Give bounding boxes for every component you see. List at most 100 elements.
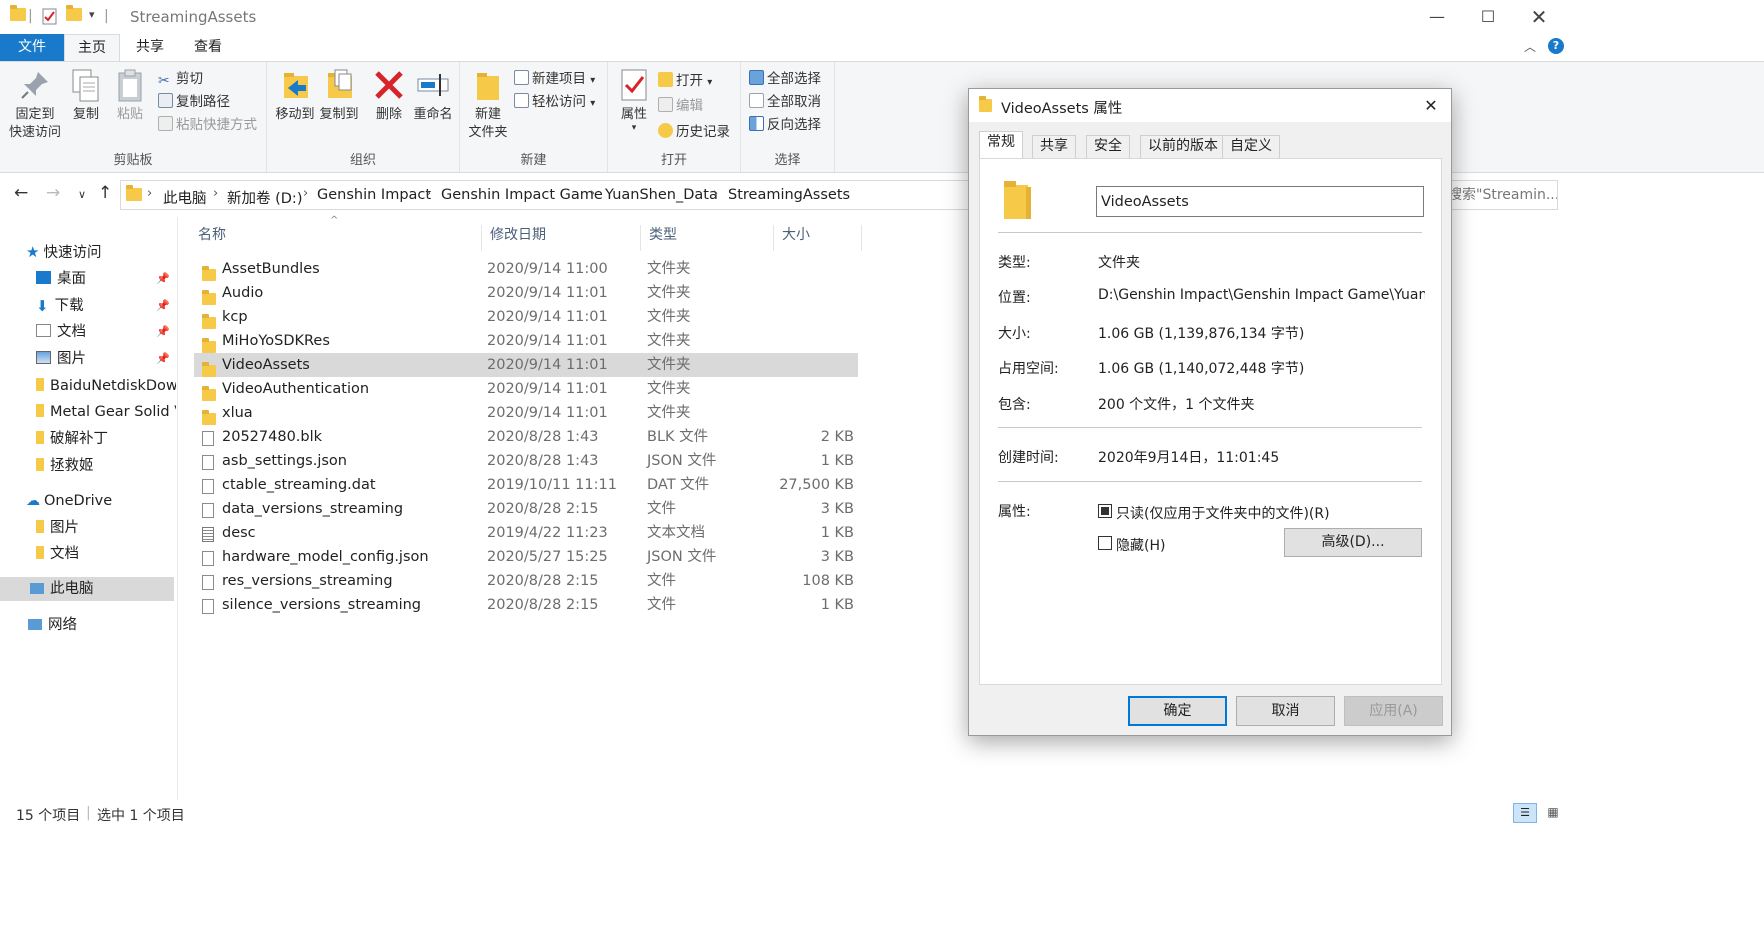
breadcrumb-drive-d[interactable]: 新加卷 (D:) <box>227 187 302 208</box>
nav-onedrive-documents[interactable]: 文档 <box>36 542 176 566</box>
chevron-right-icon[interactable]: › <box>426 186 431 201</box>
breadcrumb-yuanshen-data[interactable]: YuanShen_Data <box>605 187 718 203</box>
breadcrumb-genshin-impact[interactable]: Genshin Impact <box>317 187 431 203</box>
apply-button[interactable]: 应用(A) <box>1344 696 1443 726</box>
nav-item-crack-patch[interactable]: 破解补丁 <box>36 427 176 451</box>
easy-access-button[interactable]: 轻松访问 ▾ <box>514 91 595 113</box>
nav-quick-access[interactable]: ★ 快速访问 <box>26 240 176 264</box>
new-item-button[interactable]: 新建项目 ▾ <box>514 68 595 90</box>
hidden-checkbox[interactable] <box>1098 536 1112 550</box>
breadcrumb-this-pc[interactable]: 此电脑 <box>163 187 207 208</box>
paste-button[interactable]: 粘贴 <box>110 68 150 124</box>
tab-file[interactable]: 文件 <box>0 34 64 61</box>
chevron-right-icon[interactable]: › <box>213 186 218 201</box>
file-row[interactable]: VideoAuthentication 2020/9/14 11:01 文件夹 <box>194 377 858 401</box>
tab-share[interactable]: 共享 <box>122 34 178 61</box>
history-button[interactable]: 历史记录 <box>658 121 730 143</box>
nav-item-metal-gear[interactable]: Metal Gear Solid V <box>36 400 176 424</box>
file-row[interactable]: 20527480.blk 2020/8/28 1:43 BLK 文件 2 KB <box>194 425 858 449</box>
large-icons-view-icon[interactable]: ▦ <box>1542 803 1564 823</box>
properties-check-icon[interactable] <box>42 8 58 26</box>
customize-dropdown-icon[interactable]: ▾ <box>89 8 95 26</box>
dialog-tab-previous-versions[interactable]: 以前的版本 <box>1140 135 1226 158</box>
dialog-tab-customize[interactable]: 自定义 <box>1222 135 1280 158</box>
pin-icon[interactable]: 📌 <box>156 267 170 291</box>
chevron-right-icon[interactable]: › <box>303 186 308 201</box>
search-input[interactable]: 搜索"Streamin... <box>1444 180 1558 210</box>
open-button[interactable]: 打开 ▾ <box>658 70 712 92</box>
file-row[interactable]: kcp 2020/9/14 11:01 文件夹 <box>194 305 858 329</box>
chevron-right-icon[interactable]: › <box>590 186 595 201</box>
move-to-button[interactable]: 移动到 <box>273 68 317 124</box>
hidden-checkbox-label[interactable]: 隐藏(H) <box>1116 535 1165 555</box>
new-folder-icon[interactable] <box>66 5 82 26</box>
advanced-button[interactable]: 高级(D)... <box>1284 528 1422 557</box>
file-row[interactable]: hardware_model_config.json 2020/5/27 15:2… <box>194 545 858 569</box>
breadcrumb-streaming-assets[interactable]: StreamingAssets <box>728 187 850 203</box>
dialog-close-button[interactable]: ✕ <box>1411 89 1451 122</box>
details-view-icon[interactable]: ☰ <box>1513 803 1537 823</box>
column-header-type[interactable]: 类型 <box>641 225 774 251</box>
up-arrow-icon[interactable]: ↑ <box>98 183 112 203</box>
nav-item-documents[interactable]: 文档 📌 <box>36 320 176 344</box>
select-none-button[interactable]: 全部取消 <box>749 91 821 113</box>
nav-item-baidunetdisk[interactable]: BaiduNetdiskDow <box>36 374 176 398</box>
column-header-size[interactable]: 大小 <box>774 225 862 251</box>
dialog-tab-sharing[interactable]: 共享 <box>1032 135 1076 158</box>
copy-to-button[interactable]: 复制到 <box>317 68 361 124</box>
select-all-button[interactable]: 全部选择 <box>749 68 821 90</box>
file-row[interactable]: Audio 2020/9/14 11:01 文件夹 <box>194 281 858 305</box>
pin-quick-access-button[interactable]: 固定到 快速访问 <box>6 68 64 142</box>
nav-onedrive[interactable]: ☁ OneDrive <box>26 489 176 513</box>
file-row[interactable]: desc 2019/4/22 11:23 文本文档 1 KB <box>194 521 858 545</box>
file-row[interactable]: asb_settings.json 2020/8/28 1:43 JSON 文件 1 … <box>194 449 858 473</box>
copy-button[interactable]: 复制 <box>66 68 106 124</box>
file-row[interactable]: data_versions_streaming 2020/8/28 2:15 文件 3… <box>194 497 858 521</box>
delete-button[interactable]: 删除 <box>369 68 409 124</box>
invert-selection-button[interactable]: 反向选择 <box>749 114 821 136</box>
file-row[interactable]: MiHoYoSDKRes 2020/9/14 11:01 文件夹 <box>194 329 858 353</box>
minimize-button[interactable]: — <box>1408 0 1466 34</box>
recent-dropdown-icon[interactable]: ∨ <box>78 188 86 201</box>
chevron-right-icon[interactable]: › <box>713 186 718 201</box>
dialog-tab-security[interactable]: 安全 <box>1086 135 1130 158</box>
cut-button[interactable]: ✂ 剪切 <box>158 68 203 90</box>
file-row[interactable]: VideoAssets 2020/9/14 11:01 文件夹 <box>194 353 858 377</box>
nav-network[interactable]: 网络 <box>28 613 177 637</box>
nav-item-rescue[interactable]: 拯救姬 <box>36 454 176 478</box>
file-row[interactable]: AssetBundles 2020/9/14 11:00 文件夹 <box>194 257 858 281</box>
nav-item-downloads[interactable]: ⬇ 下载 📌 <box>36 294 176 318</box>
ok-button[interactable]: 确定 <box>1128 696 1227 726</box>
nav-item-pictures[interactable]: 图片 📌 <box>36 347 176 371</box>
nav-item-desktop[interactable]: 桌面 📌 <box>36 267 176 291</box>
paste-shortcut-button[interactable]: 粘贴快捷方式 <box>158 114 257 136</box>
file-row[interactable]: res_versions_streaming 2020/8/28 2:15 文件 10… <box>194 569 858 593</box>
pin-icon[interactable]: 📌 <box>156 347 170 371</box>
breadcrumb-genshin-impact-game[interactable]: Genshin Impact Game <box>441 187 603 203</box>
dialog-tab-general[interactable]: 常规 <box>979 131 1023 159</box>
help-icon[interactable]: ? <box>1548 38 1564 54</box>
back-arrow-icon[interactable]: ← <box>14 183 28 203</box>
nav-this-pc[interactable]: 此电脑 <box>0 577 174 601</box>
file-row[interactable]: xlua 2020/9/14 11:01 文件夹 <box>194 401 858 425</box>
tab-home[interactable]: 主页 <box>64 34 120 61</box>
readonly-checkbox-label[interactable]: 只读(仅应用于文件夹中的文件)(R) <box>1116 503 1330 523</box>
pin-icon[interactable]: 📌 <box>156 294 170 318</box>
column-header-date[interactable]: 修改日期 <box>482 225 641 251</box>
rename-button[interactable]: 重命名 <box>411 68 455 124</box>
close-button[interactable]: ✕ <box>1510 0 1568 34</box>
collapse-ribbon-icon[interactable]: ︿ <box>1524 38 1536 55</box>
folder-name-input[interactable] <box>1096 186 1424 217</box>
forward-arrow-icon[interactable]: → <box>46 183 60 203</box>
tab-view[interactable]: 查看 <box>180 34 236 61</box>
nav-onedrive-pictures[interactable]: 图片 <box>36 516 176 540</box>
column-header-name[interactable]: 名称 <box>190 225 482 251</box>
readonly-checkbox[interactable] <box>1098 504 1112 518</box>
copy-path-button[interactable]: 复制路径 <box>158 91 230 113</box>
cancel-button[interactable]: 取消 <box>1236 696 1335 726</box>
new-folder-button[interactable]: 新建 文件夹 <box>466 68 510 142</box>
maximize-button[interactable]: ☐ <box>1459 0 1517 34</box>
pin-icon[interactable]: 📌 <box>156 320 170 344</box>
file-row[interactable]: silence_versions_streaming 2020/8/28 2:15… <box>194 593 858 617</box>
edit-button[interactable]: 编辑 <box>658 95 703 117</box>
